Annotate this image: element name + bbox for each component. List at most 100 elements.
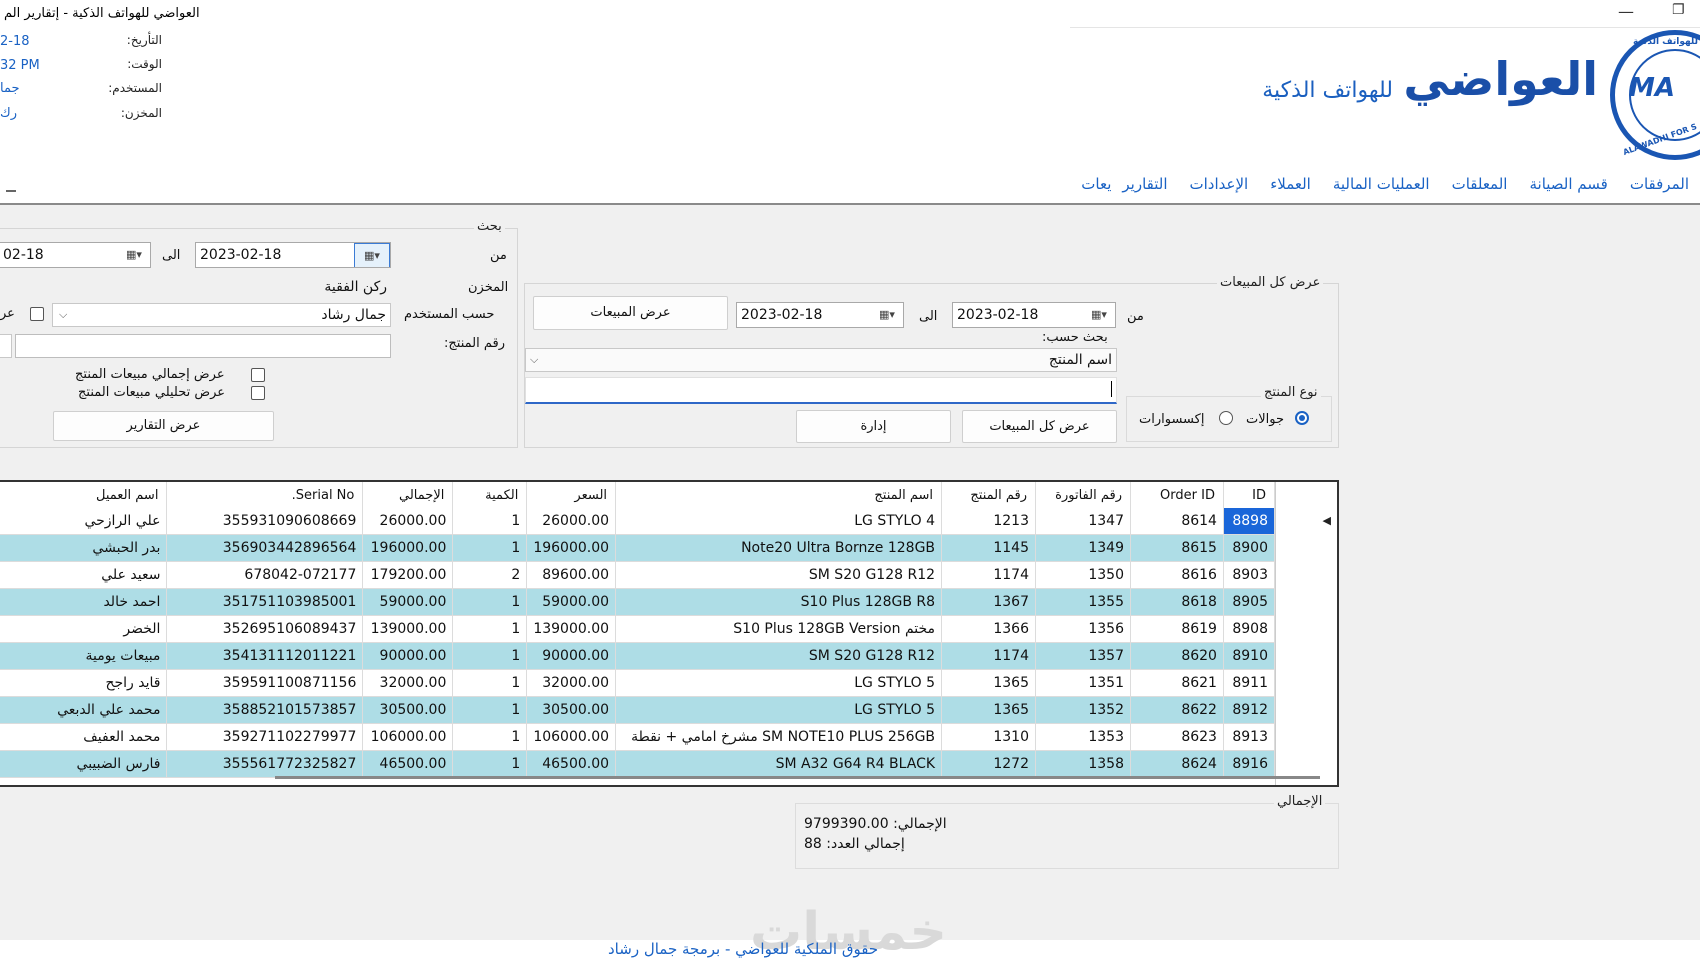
store-value: رك <box>0 106 17 121</box>
total-sales-checkbox[interactable] <box>251 368 265 382</box>
table-row[interactable]: محمد العفيف 359271102279977 106000.00 1 … <box>0 723 1276 751</box>
col-product-no[interactable]: رقم المنتج <box>941 482 1036 508</box>
footer-copyright[interactable]: حقوق الملكية للعواضي - برمجة جمال رشاد <box>608 940 878 958</box>
user-select-value: جمال رشاد <box>321 307 386 323</box>
current-row-marker: ◀ <box>1322 514 1331 527</box>
cell-invoice: 1351 <box>1035 669 1131 697</box>
table-row[interactable]: احمد خالد 351751103985001 59000.00 1 590… <box>0 588 1276 616</box>
sales-grid[interactable]: ◀ اسم العميل Serial No. الإجمالي الكمية … <box>0 480 1339 787</box>
table-row[interactable]: بدر الحبشي 356903442896564 196000.00 1 1… <box>0 534 1276 562</box>
search-by-value: اسم المنتج <box>1048 352 1112 368</box>
cell-invoice: 1353 <box>1035 723 1131 751</box>
search-store-label: المخزن <box>468 280 509 295</box>
cell-product-name: SM A32 G64 R4 BLACK <box>615 750 943 778</box>
menu-pending[interactable]: المعلقات <box>1441 175 1519 199</box>
table-row[interactable]: قايد راجح 359591100871156 32000.00 1 320… <box>0 669 1276 697</box>
cell-invoice: 1350 <box>1035 561 1131 589</box>
all-sales-to-date[interactable]: 2023-02-18 ▦▾ <box>736 302 904 328</box>
chevron-down-icon: ⌵ <box>530 353 539 366</box>
search-by-select[interactable]: اسم المنتج ⌵ <box>525 348 1117 372</box>
col-invoice-no[interactable]: رقم الفاتورة <box>1035 482 1131 508</box>
cell-order-id: 8624 <box>1130 750 1224 778</box>
menu-reports[interactable]: التقارير <box>1111 175 1178 199</box>
cell-product-name: SM S20 G128 R12 <box>615 642 943 670</box>
col-product-name[interactable]: اسم المنتج <box>615 482 943 508</box>
product-no-side-input[interactable] <box>0 334 12 358</box>
col-total[interactable]: الإجمالي <box>362 482 454 508</box>
calendar-icon[interactable]: ▦▾ <box>874 306 900 324</box>
table-row[interactable]: مبيعات يومية 354131112011221 90000.00 1 … <box>0 642 1276 670</box>
cell-customer: بدر الحبشي <box>0 534 168 562</box>
cell-product-no: 1174 <box>941 642 1036 670</box>
table-row[interactable]: فارس الضبيبي 355561772325827 46500.00 1 … <box>0 750 1276 778</box>
cell-price: 89600.00 <box>526 561 617 589</box>
store-label: المخزن: <box>120 106 162 120</box>
show-checkbox-label: عر <box>0 306 15 321</box>
cell-customer: فارس الضبيبي <box>0 750 168 778</box>
calendar-icon[interactable]: ▦▾ <box>121 246 147 264</box>
cell-price: 139000.00 <box>526 615 617 643</box>
table-row[interactable]: الخضر 352695106089437 139000.00 1 139000… <box>0 615 1276 643</box>
cell-id: 8898 <box>1223 508 1276 535</box>
restore-button[interactable]: ❐ <box>1672 2 1685 18</box>
cell-product-no: 1367 <box>941 588 1036 616</box>
cell-serial: 359591100871156 <box>166 669 364 697</box>
calendar-icon[interactable]: ▦▾ <box>354 243 390 267</box>
menu-attachments[interactable]: المرفقات <box>1619 175 1700 199</box>
search-text-input[interactable] <box>525 377 1117 404</box>
product-type-title: نوع المنتج <box>1261 385 1321 400</box>
cell-customer: احمد خالد <box>0 588 168 616</box>
col-customer-name[interactable]: اسم العميل <box>0 482 168 508</box>
all-sales-from-date[interactable]: 2023-02-18 ▦▾ <box>952 302 1116 328</box>
menu-maintenance[interactable]: قسم الصيانة <box>1518 175 1618 199</box>
menu-customers[interactable]: العملاء <box>1259 175 1322 199</box>
cell-customer: مبيعات يومية <box>0 642 168 670</box>
col-serial-no[interactable]: Serial No. <box>166 482 364 508</box>
cell-id: 8910 <box>1223 642 1276 670</box>
cell-invoice: 1357 <box>1035 642 1131 670</box>
company-logo: MA للهواتف الذكية ALAWADHI FOR S <box>1610 30 1700 160</box>
table-row[interactable]: علي الرازحي 355931090608669 26000.00 1 2… <box>0 508 1276 535</box>
manage-button[interactable]: إدارة <box>796 410 951 443</box>
col-id[interactable]: ID <box>1223 482 1276 508</box>
total-amount: الإجمالي: 9799390.00 <box>804 816 947 832</box>
col-price[interactable]: السعر <box>526 482 617 508</box>
show-sales-button[interactable]: عرض المبيعات <box>533 296 728 330</box>
cell-order-id: 8621 <box>1130 669 1224 697</box>
cell-id: 8913 <box>1223 723 1276 751</box>
show-all-sales-button[interactable]: عرض كل المبيعات <box>962 410 1117 443</box>
cell-qty: 1 <box>452 615 528 643</box>
calendar-icon[interactable]: ▦▾ <box>1086 306 1112 324</box>
menu-financial[interactable]: العمليات المالية <box>1322 175 1441 199</box>
search-from-date[interactable]: 2023-02-18 ▦▾ <box>195 242 391 268</box>
show-reports-button[interactable]: عرض التقارير <box>53 411 274 441</box>
col-order-id[interactable]: Order ID <box>1130 482 1224 508</box>
horizontal-scrollbar[interactable] <box>275 776 1320 779</box>
product-no-label: رقم المنتج: <box>444 336 505 351</box>
table-row[interactable]: سعيد علي 678042-072177 179200.00 2 89600… <box>0 561 1276 589</box>
cell-serial: 678042-072177 <box>166 561 364 589</box>
cell-product-no: 1365 <box>941 669 1036 697</box>
table-row[interactable]: محمد علي الدبعي 358852101573857 30500.00… <box>0 696 1276 724</box>
cell-product-name: S10 Plus 128GB R8 <box>615 588 943 616</box>
cell-invoice: 1347 <box>1035 508 1131 535</box>
phones-radio[interactable] <box>1295 411 1309 425</box>
user-label: المستخدم: <box>108 81 162 95</box>
search-to-date[interactable]: 02-18 ▦▾ <box>0 242 151 268</box>
col-quantity[interactable]: الكمية <box>452 482 528 508</box>
show-checkbox[interactable] <box>30 307 44 321</box>
menu-settings[interactable]: الإعدادات <box>1179 175 1260 199</box>
user-select[interactable]: جمال رشاد ⌵ <box>52 303 391 327</box>
menu-sales[interactable]: يعات <box>1070 175 1111 199</box>
collapse-handle[interactable] <box>6 190 16 192</box>
accessories-radio[interactable] <box>1219 411 1233 425</box>
cell-id: 8900 <box>1223 534 1276 562</box>
product-no-input[interactable] <box>15 334 391 358</box>
cell-serial: 359271102279977 <box>166 723 364 751</box>
analysis-sales-checkbox[interactable] <box>251 386 265 400</box>
cell-total: 59000.00 <box>362 588 454 616</box>
cell-customer: محمد علي الدبعي <box>0 696 168 724</box>
cell-order-id: 8623 <box>1130 723 1224 751</box>
minimize-button[interactable]: — <box>1618 2 1634 21</box>
cell-invoice: 1358 <box>1035 750 1131 778</box>
